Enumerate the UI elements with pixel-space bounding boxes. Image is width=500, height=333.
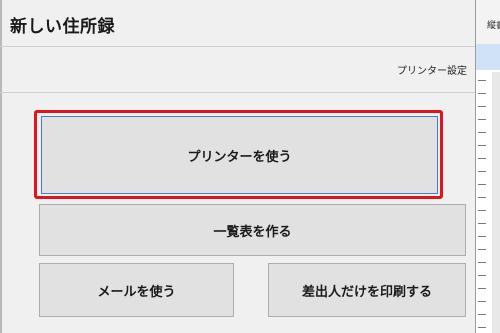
ruler-tick: [478, 210, 486, 211]
background-ruler-ticks: [478, 80, 490, 333]
background-scrollbar[interactable]: [492, 72, 500, 333]
highlight-frame: [34, 110, 443, 199]
ruler-tick: [478, 158, 486, 159]
settings-divider: [0, 92, 475, 93]
ruler-tick: [478, 327, 486, 328]
print-sender-only-button[interactable]: 差出人だけを印刷する: [268, 263, 466, 317]
ruler-tick: [478, 80, 486, 81]
ruler-tick: [478, 301, 486, 302]
ruler-tick: [478, 171, 486, 172]
make-list-button[interactable]: 一覧表を作る: [39, 204, 466, 256]
address-book-dialog: 新しい住所録 プリンター設定 プリンターを使う 一覧表を作る メールを使う 差出…: [0, 0, 475, 333]
ruler-tick: [478, 184, 486, 185]
ruler-tick: [478, 314, 486, 315]
ruler-tick: [478, 197, 486, 198]
ruler-tick: [478, 119, 486, 120]
ruler-tick: [478, 236, 486, 237]
background-header-text: 縦書: [487, 21, 500, 31]
printer-settings-link[interactable]: プリンター設定: [397, 62, 467, 77]
ruler-tick: [478, 249, 486, 250]
ruler-tick: [478, 132, 486, 133]
ruler-tick: [478, 262, 486, 263]
dialog-title: 新しい住所録: [10, 17, 115, 37]
background-window: 縦書: [475, 0, 500, 333]
background-window-header: 縦書: [476, 0, 500, 44]
ruler-tick: [478, 223, 486, 224]
ruler-tick: [478, 106, 486, 107]
ruler-tick: [478, 93, 486, 94]
background-selection-stripe: [476, 44, 500, 70]
use-mail-button[interactable]: メールを使う: [39, 263, 234, 317]
ruler-tick: [478, 275, 486, 276]
ruler-tick: [478, 288, 486, 289]
dialog-left-border: [0, 0, 2, 333]
title-divider: [0, 46, 475, 47]
ruler-tick: [478, 145, 486, 146]
